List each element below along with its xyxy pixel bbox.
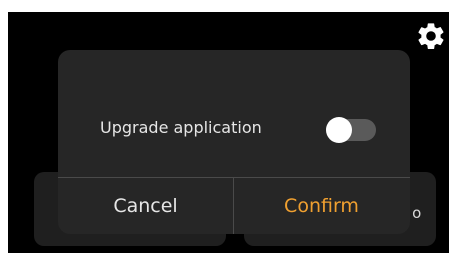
- upgrade-toggle-label: Upgrade application: [100, 118, 262, 137]
- cancel-button[interactable]: Cancel: [58, 178, 233, 234]
- toggle-knob: [326, 117, 352, 143]
- gear-icon[interactable]: [415, 20, 447, 52]
- upgrade-toggle-row: Upgrade application: [58, 110, 410, 146]
- upgrade-toggle-switch[interactable]: [326, 117, 376, 143]
- device-screen: ıo Upgrade application Cancel Confirm: [8, 12, 449, 253]
- confirm-button[interactable]: Confirm: [234, 178, 409, 234]
- upgrade-dialog: Upgrade application Cancel Confirm: [58, 50, 410, 234]
